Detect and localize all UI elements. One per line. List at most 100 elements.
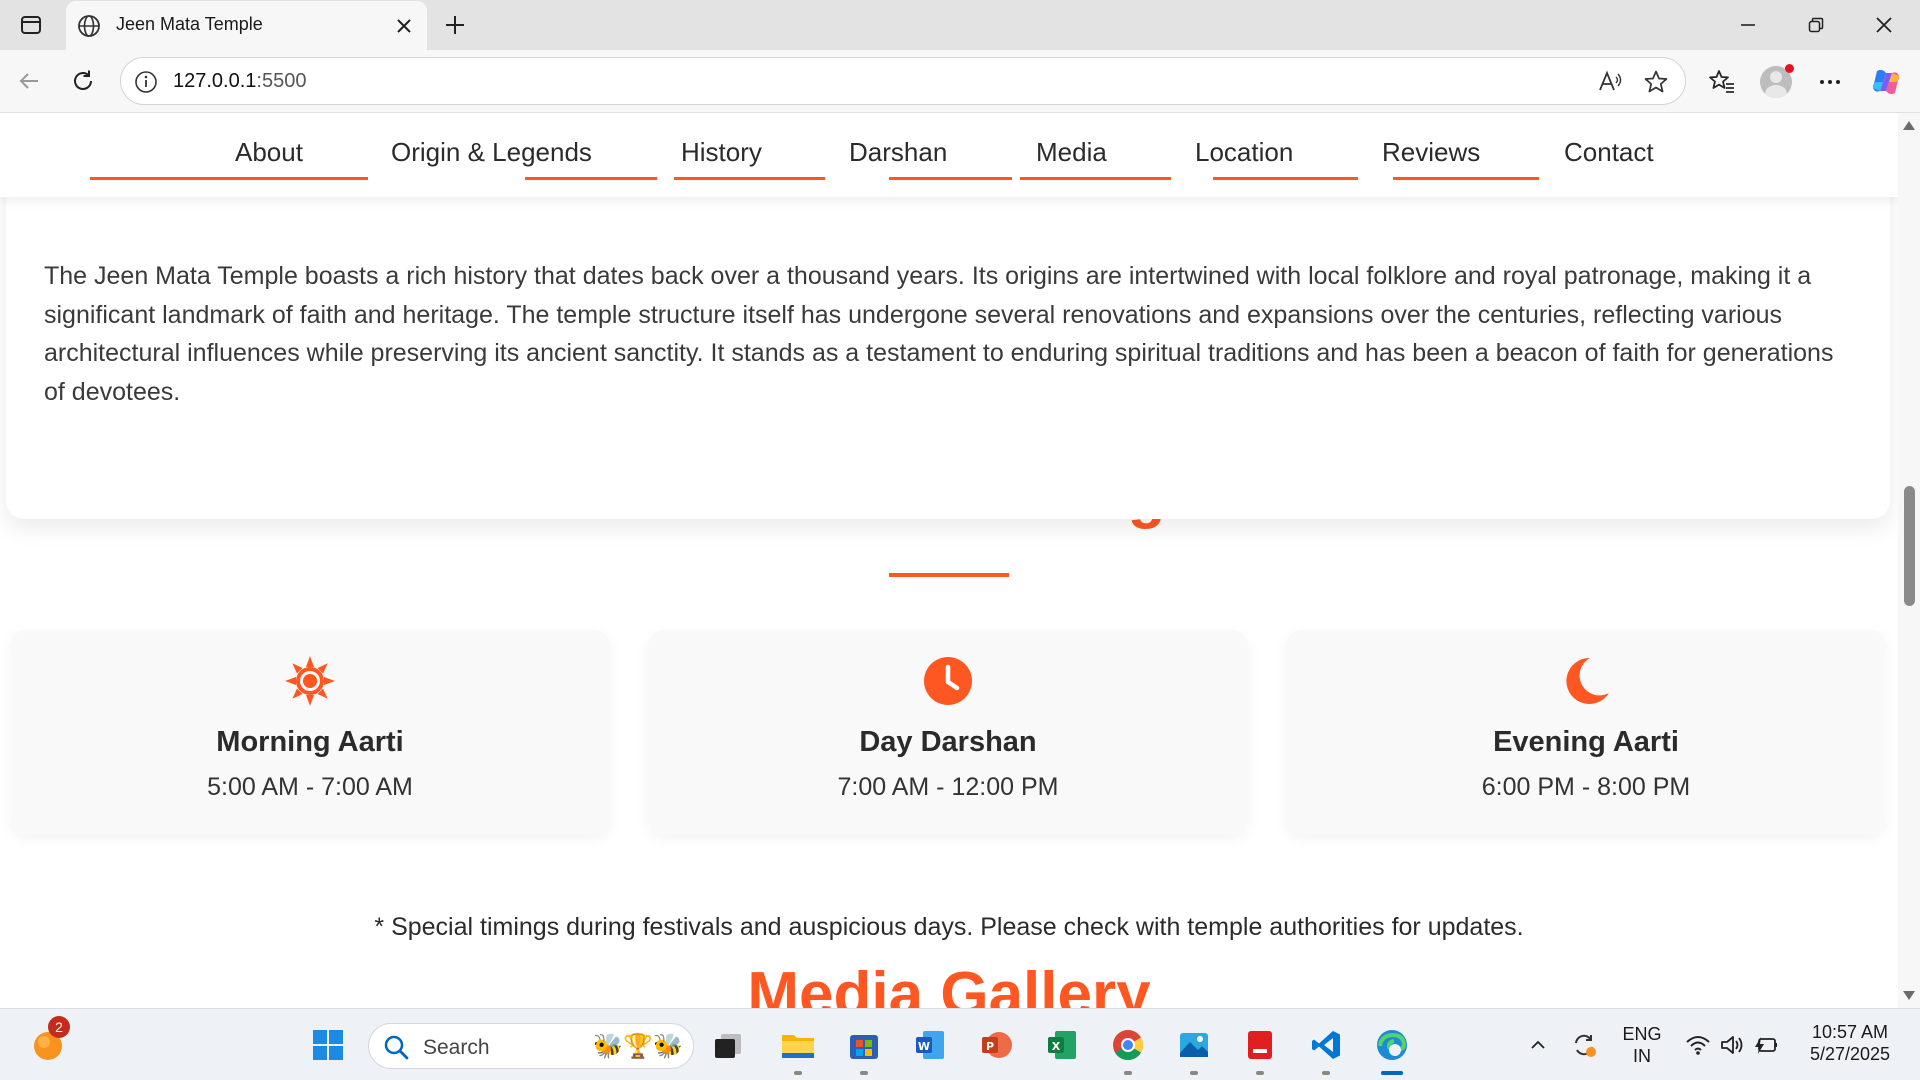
taskbar-time: 10:57 AM [1811,1022,1889,1042]
powerpoint-icon[interactable]: P [974,1023,1018,1067]
site-info-icon[interactable] [133,69,159,95]
copilot-icon[interactable] [1866,62,1906,102]
running-indicator [1190,1071,1198,1075]
timing-time: 5:00 AM - 7:00 AM [207,773,413,801]
nav-underline-darshan [889,177,1012,180]
search-placeholder: Search [423,1036,490,1059]
running-indicator [1124,1071,1132,1075]
browser-tab-active[interactable]: Jeen Mata Temple [66,1,427,50]
profile-avatar[interactable] [1756,62,1796,102]
browser-toolbar: 127.0.0.1:5500 [0,50,1920,113]
history-paragraph: The Jeen Mata Temple boasts a rich histo… [44,262,1834,406]
word-icon[interactable]: W [908,1023,952,1067]
timing-time: 7:00 AM - 12:00 PM [837,773,1059,801]
taskbar-date: 5/27/2025 [1809,1044,1891,1064]
special-timings-note: * Special timings during festivals and a… [374,913,1524,941]
nav-underline-about [90,177,368,180]
vscode-icon[interactable] [1304,1023,1348,1075]
battery-icon[interactable] [1752,1031,1780,1059]
moon-icon [1560,655,1612,707]
svg-text:X: X [1052,1040,1061,1053]
region-code: IN [1633,1046,1651,1066]
windows-taskbar: 2 Search 🐝🏆🐝 W P X ENG IN 10:57 AM 5/27/… [0,1008,1920,1080]
close-tab-icon[interactable] [389,11,419,41]
search-highlight-icon: 🐝🏆🐝 [593,1032,683,1060]
file-explorer-icon[interactable] [776,1023,820,1075]
photos-icon[interactable] [1172,1023,1216,1075]
url-host: 127.0.0.1 [173,70,257,92]
svg-text:W: W [918,1040,930,1053]
new-tab-plus-icon[interactable] [438,8,472,42]
page-scrollbar[interactable] [1898,113,1920,1008]
nav-link-reviews[interactable]: Reviews [1382,137,1480,168]
nav-link-contact[interactable]: Contact [1564,137,1654,168]
nav-link-location[interactable]: Location [1195,137,1293,168]
wifi-icon[interactable] [1684,1031,1712,1059]
taskbar-search-box[interactable]: Search 🐝🏆🐝 [368,1023,694,1069]
nav-link-about[interactable]: About [235,137,303,168]
microsoft-store-icon[interactable] [842,1023,886,1075]
timing-name: Morning Aarti [216,726,404,758]
scroll-down-arrow-icon[interactable] [1903,991,1915,1000]
pdf-reader-icon[interactable] [1238,1023,1282,1075]
back-arrow-icon[interactable] [10,62,48,100]
timing-card-morning: Morning Aarti 5:00 AM - 7:00 AM [10,630,610,835]
url-port: :5500 [256,70,307,92]
excel-icon[interactable]: X [1040,1023,1084,1067]
volume-icon[interactable] [1718,1031,1746,1059]
tab-title: Jeen Mata Temple [116,14,263,34]
sync-icon[interactable] [1570,1031,1598,1059]
notification-badge: 2 [48,1016,70,1038]
profile-alert-dot [1785,64,1794,73]
nav-underline-history [674,177,825,180]
chevron-up-icon[interactable] [1524,1031,1552,1059]
favorite-star-icon[interactable] [1641,67,1671,97]
timing-time: 6:00 PM - 8:00 PM [1481,773,1691,801]
scroll-thumb[interactable] [1904,486,1915,606]
minimize-icon[interactable] [1720,4,1776,46]
timing-card-evening: Evening Aarti 6:00 PM - 8:00 PM [1286,630,1886,835]
nav-underline-reviews [1393,177,1539,180]
globe-icon [76,13,102,39]
url-text: 127.0.0.1:5500 [173,70,306,93]
task-view-icon[interactable] [706,1023,750,1067]
nav-link-history[interactable]: History [681,137,762,168]
close-window-icon[interactable] [1856,4,1912,46]
more-options-icon[interactable] [1810,62,1850,102]
favorites-icon[interactable] [1702,62,1742,102]
running-indicator [1322,1071,1330,1075]
address-bar[interactable]: 127.0.0.1:5500 [120,57,1686,105]
start-windows-icon[interactable] [306,1023,350,1067]
language-code: ENG [1622,1024,1662,1044]
nav-link-darshan[interactable]: Darshan [849,137,947,168]
running-indicator [1256,1071,1264,1075]
running-indicator [794,1071,802,1075]
page-viewport: About Origin & Legends History Darshan M… [0,113,1898,1008]
nav-underline-origin-legends [525,177,657,180]
sun-icon [284,655,336,707]
active-app-indicator [1381,1071,1403,1075]
title-underline [889,573,1009,577]
restore-icon[interactable] [1788,4,1844,46]
running-indicator [860,1071,868,1075]
timing-name: Evening Aarti [1493,726,1679,758]
nav-underline-location [1213,177,1358,180]
media-gallery-title: Media Gallery [747,960,1151,1008]
clock-area[interactable]: 10:57 AM 5/27/2025 [1790,1021,1910,1065]
timing-card-day: Day Darshan 7:00 AM - 12:00 PM [648,630,1248,835]
clock-icon [922,655,974,707]
nav-link-media[interactable]: Media [1036,137,1107,168]
site-navigation: About Origin & Legends History Darshan M… [0,113,1898,197]
search-icon [383,1034,409,1060]
svg-text:P: P [986,1040,994,1053]
browser-tab-bar: Jeen Mata Temple [0,0,1920,50]
nav-underline-media [1020,177,1171,180]
chrome-icon[interactable] [1106,1023,1150,1075]
refresh-icon[interactable] [64,62,102,100]
scroll-up-arrow-icon[interactable] [1903,121,1915,130]
nav-link-origin-legends[interactable]: Origin & Legends [391,137,592,168]
edge-icon[interactable] [1370,1023,1414,1075]
read-aloud-icon[interactable] [1595,67,1625,97]
language-indicator[interactable]: ENG IN [1616,1023,1668,1067]
tab-actions-icon[interactable] [16,10,46,40]
